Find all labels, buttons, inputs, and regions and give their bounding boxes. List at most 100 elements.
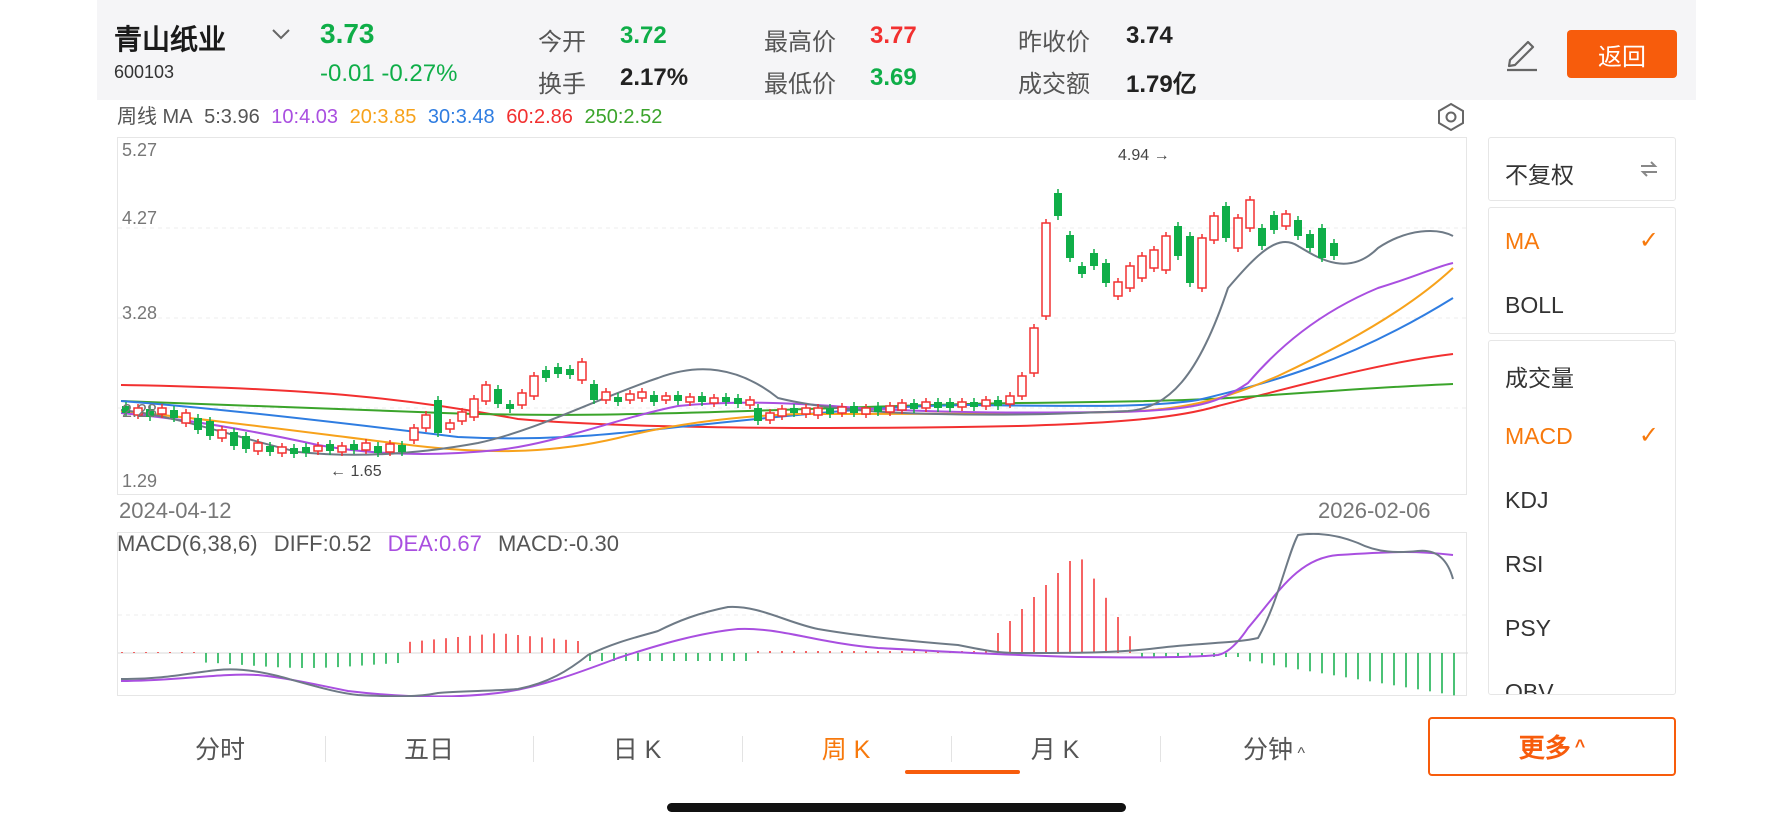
candle-body: [469, 398, 479, 418]
chevron-up-icon: ^: [1293, 745, 1305, 762]
menu-item-psy[interactable]: PSY: [1505, 615, 1551, 642]
high-label: 最高价: [764, 29, 836, 56]
tab-divider: [951, 736, 952, 762]
candle-body: [765, 412, 775, 421]
candle-body: [698, 396, 706, 402]
candle-body: [374, 446, 382, 453]
candle-body: [554, 367, 562, 374]
candle-body: [157, 407, 167, 415]
tab-divider: [742, 736, 743, 762]
open-label: 今开: [538, 29, 586, 56]
candle-body: [1078, 266, 1086, 274]
ma60-label: 60:2.86: [506, 106, 573, 128]
tab-divider: [1160, 736, 1161, 762]
chevron-down-icon[interactable]: [270, 24, 292, 47]
chevron-up-icon: ^: [1574, 736, 1586, 756]
adjust-label[interactable]: 不复权: [1505, 156, 1574, 190]
tab-minute[interactable]: 分钟 ^: [1219, 730, 1329, 766]
candle-body: [674, 395, 682, 401]
macd-legend: MACD(6,38,6) DIFF:0.52 DEA:0.67 MACD:-0.…: [117, 531, 619, 557]
ma-legend: 周线 MA 5:3.96 10:4.03 20:3.85 30:3.48 60:…: [117, 100, 668, 129]
y-tick-3-28: 3.28: [122, 303, 158, 323]
tab-intraday[interactable]: 分时: [170, 730, 270, 766]
candle-body: [217, 429, 227, 439]
amount-value: 1.79亿: [1126, 71, 1197, 98]
macd-value: MACD:-0.30: [497, 531, 619, 556]
macd-svg: [118, 533, 1468, 697]
period-tabs: 分时 五日 日 K 周 K 月 K 分钟 ^: [117, 718, 1437, 778]
price-change: -0.01 -0.27%: [320, 60, 458, 87]
edit-pencil-icon[interactable]: [1502, 32, 1542, 72]
candle-body: [637, 391, 647, 399]
candle-body: [1090, 253, 1098, 266]
candle-body: [566, 369, 574, 375]
current-price: 3.73: [320, 18, 375, 49]
candle-body: [1318, 228, 1326, 258]
candle-body: [361, 442, 371, 451]
candle-body: [277, 446, 287, 454]
menu-item-rsi[interactable]: RSI: [1505, 551, 1543, 578]
candle-body: [1041, 222, 1051, 317]
tab-divider: [325, 736, 326, 762]
stock-name[interactable]: 青山纸业: [114, 18, 226, 58]
kline-chart[interactable]: 5.27 4.27 3.28 2.28 1.29 4.94 → ← 1.65: [117, 137, 1468, 495]
adjust-card[interactable]: 不复权: [1488, 137, 1676, 201]
candle-body: [826, 408, 834, 414]
candle-body: [1186, 236, 1194, 283]
candle-body: [1294, 220, 1302, 236]
tab-monthly-k[interactable]: 月 K: [1005, 730, 1105, 766]
candle-body: [722, 397, 730, 402]
candle-body: [650, 395, 658, 402]
candle-body: [350, 444, 358, 450]
candle-body: [445, 422, 455, 430]
candle-body: [290, 448, 298, 454]
candle-body: [313, 445, 323, 452]
candle-body: [1029, 327, 1039, 374]
menu-item-macd[interactable]: MACD: [1505, 423, 1573, 450]
candle-body: [517, 392, 527, 406]
low-label: 最低价: [764, 71, 836, 98]
tab-daily-k[interactable]: 日 K: [587, 730, 687, 766]
candle-body: [542, 370, 550, 378]
candle-body: [754, 408, 762, 421]
menu-item-obv[interactable]: OBV: [1505, 679, 1554, 694]
candle-body: [337, 445, 347, 453]
candle-body: [981, 399, 991, 407]
settings-hexagon-icon[interactable]: [1436, 102, 1466, 132]
tab-weekly-k[interactable]: 周 K: [796, 730, 896, 766]
swap-icon[interactable]: [1637, 157, 1661, 186]
candle-body: [242, 436, 250, 449]
macd-histogram: [121, 559, 1455, 696]
check-icon: ✓: [1638, 227, 1659, 254]
candle-body: [1233, 217, 1243, 249]
candle-body: [1113, 281, 1123, 297]
menu-item-boll[interactable]: BOLL: [1505, 292, 1564, 319]
min-price-annotation: ← 1.65: [330, 463, 382, 480]
candle-body: [409, 427, 419, 441]
candle-body: [897, 402, 907, 411]
candle-body: [885, 405, 895, 413]
y-tick-5-27: 5.27: [122, 140, 158, 160]
menu-item-kdj[interactable]: KDJ: [1505, 487, 1548, 514]
turnover-label: 换手: [538, 71, 586, 98]
candle-body: [481, 384, 491, 402]
menu-item-volume[interactable]: 成交量: [1505, 359, 1574, 393]
candle-body: [1149, 249, 1159, 269]
candle-body: [326, 444, 334, 451]
candle-body: [1281, 213, 1291, 227]
start-date: 2024-04-12: [119, 498, 232, 523]
candle-body: [910, 403, 918, 409]
menu-item-ma[interactable]: MA: [1505, 228, 1540, 255]
tab-five-day[interactable]: 五日: [379, 730, 479, 766]
candle-body: [457, 411, 467, 422]
max-price-value: 4.94: [1118, 147, 1150, 164]
candle-body: [790, 408, 798, 413]
candle-body: [506, 404, 514, 409]
sub-indicator-card: 成交量 MACD ✓ KDJ RSI PSY OBV: [1488, 340, 1676, 695]
back-button[interactable]: 返回: [1567, 30, 1677, 78]
candle-body: [601, 391, 611, 401]
candle-body: [194, 418, 202, 430]
candle-body: [874, 406, 882, 412]
candle-body: [934, 402, 942, 408]
more-button[interactable]: 更多 ^: [1428, 717, 1676, 776]
